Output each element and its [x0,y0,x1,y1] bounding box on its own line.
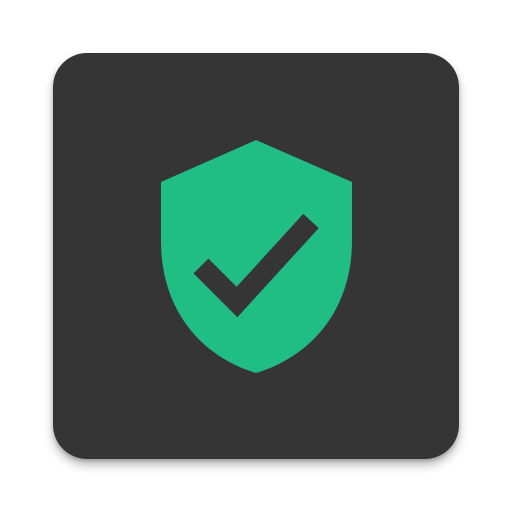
app-icon-canvas [0,0,512,512]
app-icon-tile[interactable] [53,53,459,459]
app-icon-graphic [53,53,459,459]
